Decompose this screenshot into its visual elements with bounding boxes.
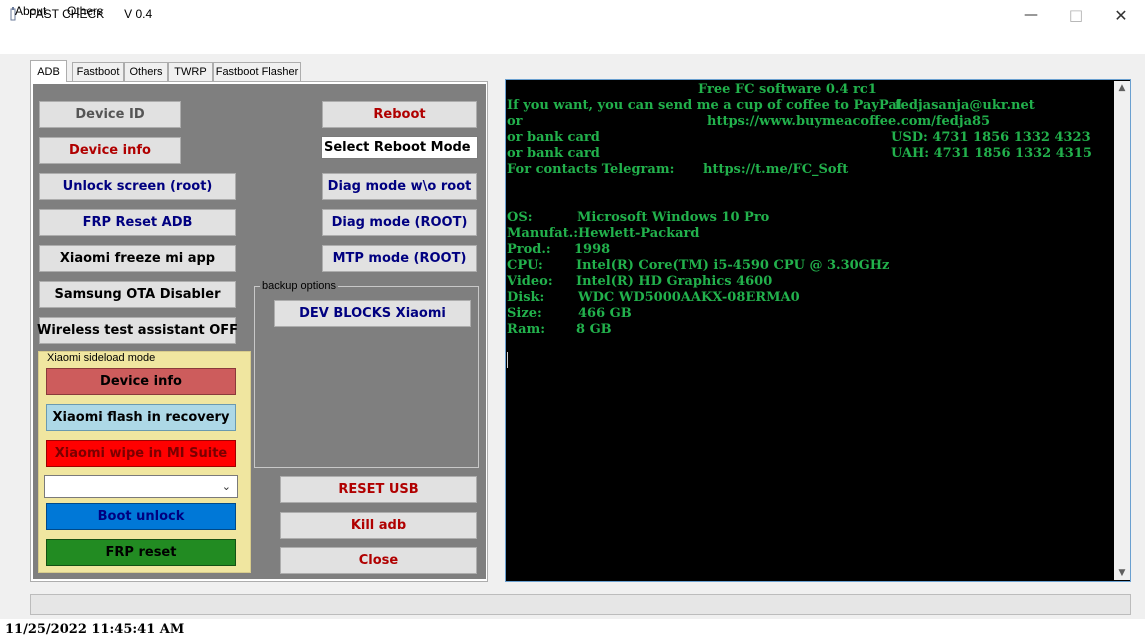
minimize-icon[interactable]: —: [1008, 0, 1054, 30]
console-line: fedjasanja@ukr.net: [895, 98, 1035, 113]
xiaomi-sideload-label: Xiaomi sideload mode: [47, 352, 156, 364]
unlock-screen-button[interactable]: Unlock screen (root): [39, 173, 236, 200]
device-info-button[interactable]: Device info: [39, 137, 181, 164]
mtp-mode-root-button[interactable]: MTP mode (ROOT): [322, 245, 477, 272]
diag-mode-noroot-button[interactable]: Diag mode w\o root: [322, 173, 477, 200]
backup-options-label: backup options: [260, 280, 338, 292]
boot-unlock-button[interactable]: Boot unlock: [46, 503, 236, 530]
menu-about[interactable]: About: [15, 4, 46, 18]
info-label: Ram:: [507, 322, 546, 337]
scroll-down-icon[interactable]: ▼: [1114, 566, 1130, 580]
reboot-mode-select[interactable]: Select Reboot Mode ⌄: [321, 136, 478, 159]
info-label: Size:: [507, 306, 542, 321]
tab-twrp[interactable]: TWRP: [168, 62, 213, 81]
status-datetime: 11/25/2022 11:45:41 AM: [5, 622, 185, 637]
reboot-mode-value: Select Reboot Mode: [324, 140, 471, 155]
info-label: Manufat.:: [507, 226, 579, 241]
console-scrollbar[interactable]: [1114, 81, 1130, 580]
console-line: If you want, you can send me a cup of co…: [507, 98, 902, 113]
info-label: OS:: [507, 210, 533, 225]
title-bar: [0, 0, 1145, 30]
xiaomi-freeze-button[interactable]: Xiaomi freeze mi app: [39, 245, 236, 272]
menu-others[interactable]: Others: [67, 4, 103, 18]
info-label: CPU:: [507, 258, 543, 273]
tab-fastboot[interactable]: Fastboot: [72, 62, 124, 81]
info-label: Prod.:: [507, 242, 551, 257]
info-value: 8 GB: [576, 322, 612, 337]
console-line: https://www.buymeacoffee.com/fedja85: [707, 114, 991, 129]
console-line: USD: 4731 1856 1332 4323: [891, 130, 1091, 145]
wireless-test-button[interactable]: Wireless test assistant OFF: [37, 317, 238, 344]
samsung-ota-button[interactable]: Samsung OTA Disabler: [39, 281, 236, 308]
info-value: 1998: [574, 242, 611, 257]
console-line: UAH: 4731 1856 1332 4315: [891, 146, 1092, 161]
close-icon[interactable]: ✕: [1098, 0, 1144, 30]
tab-others[interactable]: Others: [124, 62, 168, 81]
info-value: WDC WD5000AAKX-08ERMA0: [578, 290, 800, 305]
text-caret: [507, 352, 508, 368]
info-value: 466 GB: [578, 306, 632, 321]
console-line: or bank card: [507, 146, 600, 161]
info-value: Microsoft Windows 10 Pro: [577, 210, 770, 225]
progress-bar: [30, 594, 1131, 615]
maximize-icon[interactable]: □: [1053, 0, 1099, 30]
kill-adb-button[interactable]: Kill adb: [280, 512, 477, 539]
info-label: Video:: [507, 274, 553, 289]
info-value: Intel(R) HD Graphics 4600: [576, 274, 773, 289]
device-id-button[interactable]: Device ID: [39, 101, 181, 128]
xiaomi-flash-recovery-button[interactable]: Xiaomi flash in recovery: [46, 404, 236, 431]
tab-adb[interactable]: ADB: [30, 60, 67, 82]
sideload-device-info-button[interactable]: Device info: [46, 368, 236, 395]
console-line: or bank card: [507, 130, 600, 145]
reboot-button[interactable]: Reboot: [322, 101, 477, 128]
frp-reset-adb-button[interactable]: FRP Reset ADB: [39, 209, 236, 236]
sideload-combo[interactable]: ⌄: [44, 475, 238, 498]
info-value: Hewlett-Packard: [578, 226, 700, 241]
console-line: Free FC software 0.4 rc1: [698, 82, 877, 97]
reset-usb-button[interactable]: RESET USB: [280, 476, 477, 503]
diag-mode-root-button[interactable]: Diag mode (ROOT): [322, 209, 477, 236]
xiaomi-wipe-button[interactable]: Xiaomi wipe in MI Suite: [46, 440, 236, 467]
info-value: Intel(R) Core(TM) i5-4590 CPU @ 3.30GHz: [576, 258, 890, 273]
menu-bar: [0, 30, 1145, 54]
scroll-up-icon[interactable]: ▲: [1114, 81, 1130, 95]
dev-blocks-xiaomi-button[interactable]: DEV BLOCKS Xiaomi: [274, 300, 471, 327]
console-line: For contacts Telegram:: [507, 162, 675, 177]
info-label: Disk:: [507, 290, 545, 305]
chevron-down-icon: ⌄: [461, 141, 471, 154]
console-line: or: [507, 114, 523, 129]
console-line: https://t.me/FC_Soft: [703, 162, 849, 177]
chevron-down-icon: ⌄: [221, 480, 231, 493]
tab-fastboot-flasher[interactable]: Fastboot Flasher: [213, 62, 301, 81]
frp-reset-button[interactable]: FRP reset: [46, 539, 236, 566]
close-button[interactable]: Close: [280, 547, 477, 574]
